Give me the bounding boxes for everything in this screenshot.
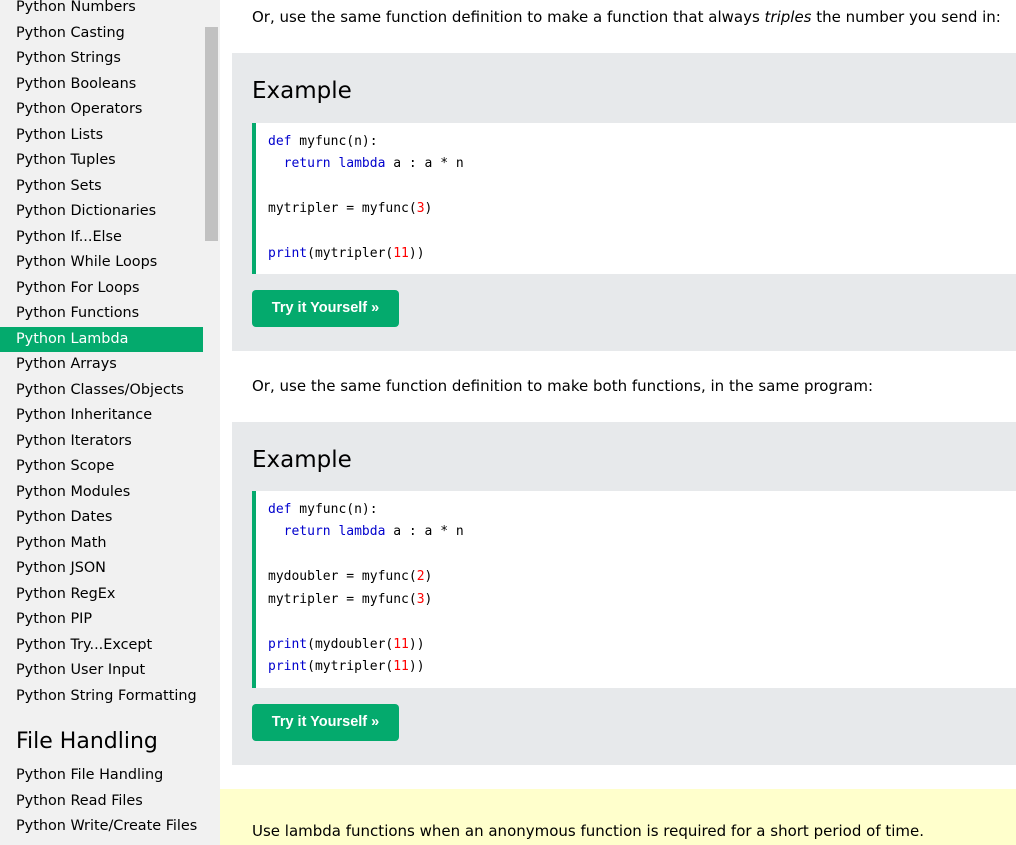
code-keyword: lambda (338, 156, 386, 171)
sidebar-item-python-lambda[interactable]: Python Lambda (0, 326, 203, 352)
sidebar-item-python-numbers[interactable]: Python Numbers (0, 0, 203, 21)
sidebar-item-python-pip[interactable]: Python PIP (0, 607, 203, 633)
sidebar-item-python-for-loops[interactable]: Python For Loops (0, 276, 203, 302)
code-block: def myfunc(n): return lambda a : a * n m… (252, 491, 1016, 688)
code-keyword: def (268, 134, 292, 149)
sidebar-item-python-dates[interactable]: Python Dates (0, 505, 203, 531)
code-text: a : a * n (385, 156, 464, 171)
sidebar-item-python-scope[interactable]: Python Scope (0, 454, 203, 480)
code-text: myfunc(n): (291, 502, 378, 517)
code-keyword: return (283, 156, 331, 171)
sidebar-item-python-user-input[interactable]: Python User Input (0, 658, 203, 684)
sidebar-item-python-iterators[interactable]: Python Iterators (0, 429, 203, 455)
paragraph-text: the number you send in: (811, 8, 1001, 26)
sidebar-item-python-regex[interactable]: Python RegEx (0, 582, 203, 608)
main-content: Or, use the same function definition to … (220, 0, 1016, 845)
paragraph-both-functions: Or, use the same function definition to … (252, 377, 874, 395)
sidebar-nav-list: Python Numbers Python Casting Python Strin… (0, 0, 203, 709)
code-line: def myfunc(n): (268, 500, 378, 520)
sidebar-item-python-classes-objects[interactable]: Python Classes/Objects (0, 378, 203, 404)
sidebar-item-python-functions[interactable]: Python Functions (0, 301, 203, 327)
code-line: mytripler = myfunc(3) (268, 590, 432, 610)
sidebar-item-python-math[interactable]: Python Math (0, 531, 203, 557)
code-line: print(mytripler(11)) (268, 244, 425, 264)
code-number: 11 (393, 637, 409, 652)
sidebar-item-python-strings[interactable]: Python Strings (0, 46, 203, 72)
code-number: 11 (393, 659, 409, 674)
code-text: (mytripler( (307, 659, 394, 674)
code-text: ) (424, 569, 433, 584)
sidebar-item-python-tuples[interactable]: Python Tuples (0, 148, 203, 174)
code-line: print(mytripler(11)) (268, 657, 425, 677)
sidebar-item-python-dictionaries[interactable]: Python Dictionaries (0, 199, 203, 225)
code-keyword: print (268, 659, 308, 674)
code-line: mytripler = myfunc(3) (268, 199, 432, 219)
code-keyword: print (268, 637, 308, 652)
code-text: mydoubler = myfunc( (268, 569, 417, 584)
sidebar-item-python-arrays[interactable]: Python Arrays (0, 352, 203, 378)
sidebar-item-python-operators[interactable]: Python Operators (0, 97, 203, 123)
sidebar-scrollbar-thumb[interactable] (205, 27, 218, 241)
code-line: mydoubler = myfunc(2) (268, 567, 432, 587)
code-line: def myfunc(n): (268, 132, 378, 152)
code-text: )) (408, 637, 425, 652)
emphasis-text: triples (764, 8, 812, 26)
sidebar-item-python-casting[interactable]: Python Casting (0, 21, 203, 47)
code-keyword: lambda (338, 524, 386, 539)
code-number: 3 (416, 592, 425, 607)
code-number: 2 (416, 569, 425, 584)
example-box: Example def myfunc(n): return lambda a :… (232, 53, 1016, 351)
note-panel: Use lambda functions when an anonymous f… (220, 789, 1016, 845)
code-text: (mytripler( (307, 246, 394, 261)
code-line: return lambda a : a * n (268, 522, 464, 542)
example-heading: Example (252, 78, 352, 104)
sidebar-item-python-booleans[interactable]: Python Booleans (0, 72, 203, 98)
paragraph-text: Or, use the same function definition to … (252, 8, 765, 26)
sidebar-item-python-file-handling[interactable]: Python File Handling (0, 763, 203, 789)
sidebar-item-python-string-formatting[interactable]: Python String Formatting (0, 684, 203, 710)
note-text: Use lambda functions when an anonymous f… (252, 822, 925, 840)
example-heading: Example (252, 447, 352, 473)
code-text: (mydoubler( (307, 637, 394, 652)
sidebar-item-python-sets[interactable]: Python Sets (0, 174, 203, 200)
sidebar-item-python-inheritance[interactable]: Python Inheritance (0, 403, 203, 429)
intro-paragraph-triples: Or, use the same function definition to … (252, 8, 1001, 26)
try-it-yourself-button[interactable]: Try it Yourself » (252, 290, 399, 327)
sidebar-section-heading: File Handling (16, 729, 158, 754)
code-text: mytripler = myfunc( (268, 201, 417, 216)
code-text: mytripler = myfunc( (268, 592, 417, 607)
sidebar-item-python-while-loops[interactable]: Python While Loops (0, 250, 203, 276)
code-block: def myfunc(n): return lambda a : a * n m… (252, 123, 1016, 274)
sidebar-item-python-if-else[interactable]: Python If...Else (0, 225, 203, 251)
sidebar-item-python-json[interactable]: Python JSON (0, 556, 203, 582)
sidebar-item-python-try-except[interactable]: Python Try...Except (0, 633, 203, 659)
code-text: ) (424, 592, 433, 607)
sidebar-item-python-read-files[interactable]: Python Read Files (0, 789, 203, 815)
code-text: )) (408, 246, 425, 261)
example-box: Example def myfunc(n): return lambda a :… (232, 422, 1016, 765)
sidebar: Python Numbers Python Casting Python Strin… (0, 0, 203, 845)
code-text: myfunc(n): (291, 134, 378, 149)
code-text: ) (424, 201, 433, 216)
code-text: )) (408, 659, 425, 674)
code-line: print(mydoubler(11)) (268, 635, 425, 655)
code-line: return lambda a : a * n (268, 154, 464, 174)
code-number: 3 (416, 201, 425, 216)
sidebar-item-python-write-create-files[interactable]: Python Write/Create Files (0, 814, 203, 840)
code-keyword: return (283, 524, 331, 539)
sidebar-item-python-lists[interactable]: Python Lists (0, 123, 203, 149)
sidebar-nav-list-file-handling: Python File Handling Python Read Files Pyt… (0, 763, 203, 840)
code-keyword: def (268, 502, 292, 517)
code-keyword: print (268, 246, 308, 261)
sidebar-item-python-modules[interactable]: Python Modules (0, 480, 203, 506)
try-it-yourself-button[interactable]: Try it Yourself » (252, 704, 399, 741)
code-number: 11 (393, 246, 409, 261)
code-text: a : a * n (385, 524, 464, 539)
